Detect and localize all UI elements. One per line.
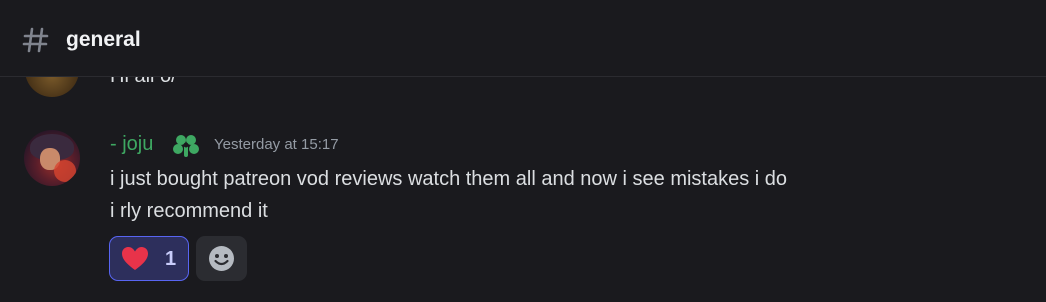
message: - joju Yesterday at 15:17 i just bought … bbox=[0, 120, 1046, 302]
message-text: Hi all o/ bbox=[110, 77, 177, 88]
add-reaction-button[interactable] bbox=[196, 236, 247, 281]
previous-message: Hi all o/ bbox=[0, 77, 1046, 97]
clover-icon[interactable] bbox=[171, 133, 201, 159]
heart-icon bbox=[122, 247, 148, 270]
channel-name[interactable]: general bbox=[66, 28, 141, 52]
message-text: i rly recommend it bbox=[110, 200, 268, 222]
hash-icon bbox=[22, 27, 49, 53]
message-text: i just bought patreon vod reviews watch … bbox=[110, 168, 788, 190]
username[interactable]: - joju bbox=[110, 132, 153, 156]
channel-header: general bbox=[0, 0, 1046, 77]
smile-icon bbox=[209, 246, 234, 271]
avatar[interactable] bbox=[25, 77, 79, 97]
heart-reaction-button[interactable]: 1 bbox=[109, 236, 189, 281]
avatar[interactable] bbox=[24, 130, 80, 186]
reaction-count: 1 bbox=[165, 248, 177, 270]
timestamp: Yesterday at 15:17 bbox=[214, 136, 339, 153]
